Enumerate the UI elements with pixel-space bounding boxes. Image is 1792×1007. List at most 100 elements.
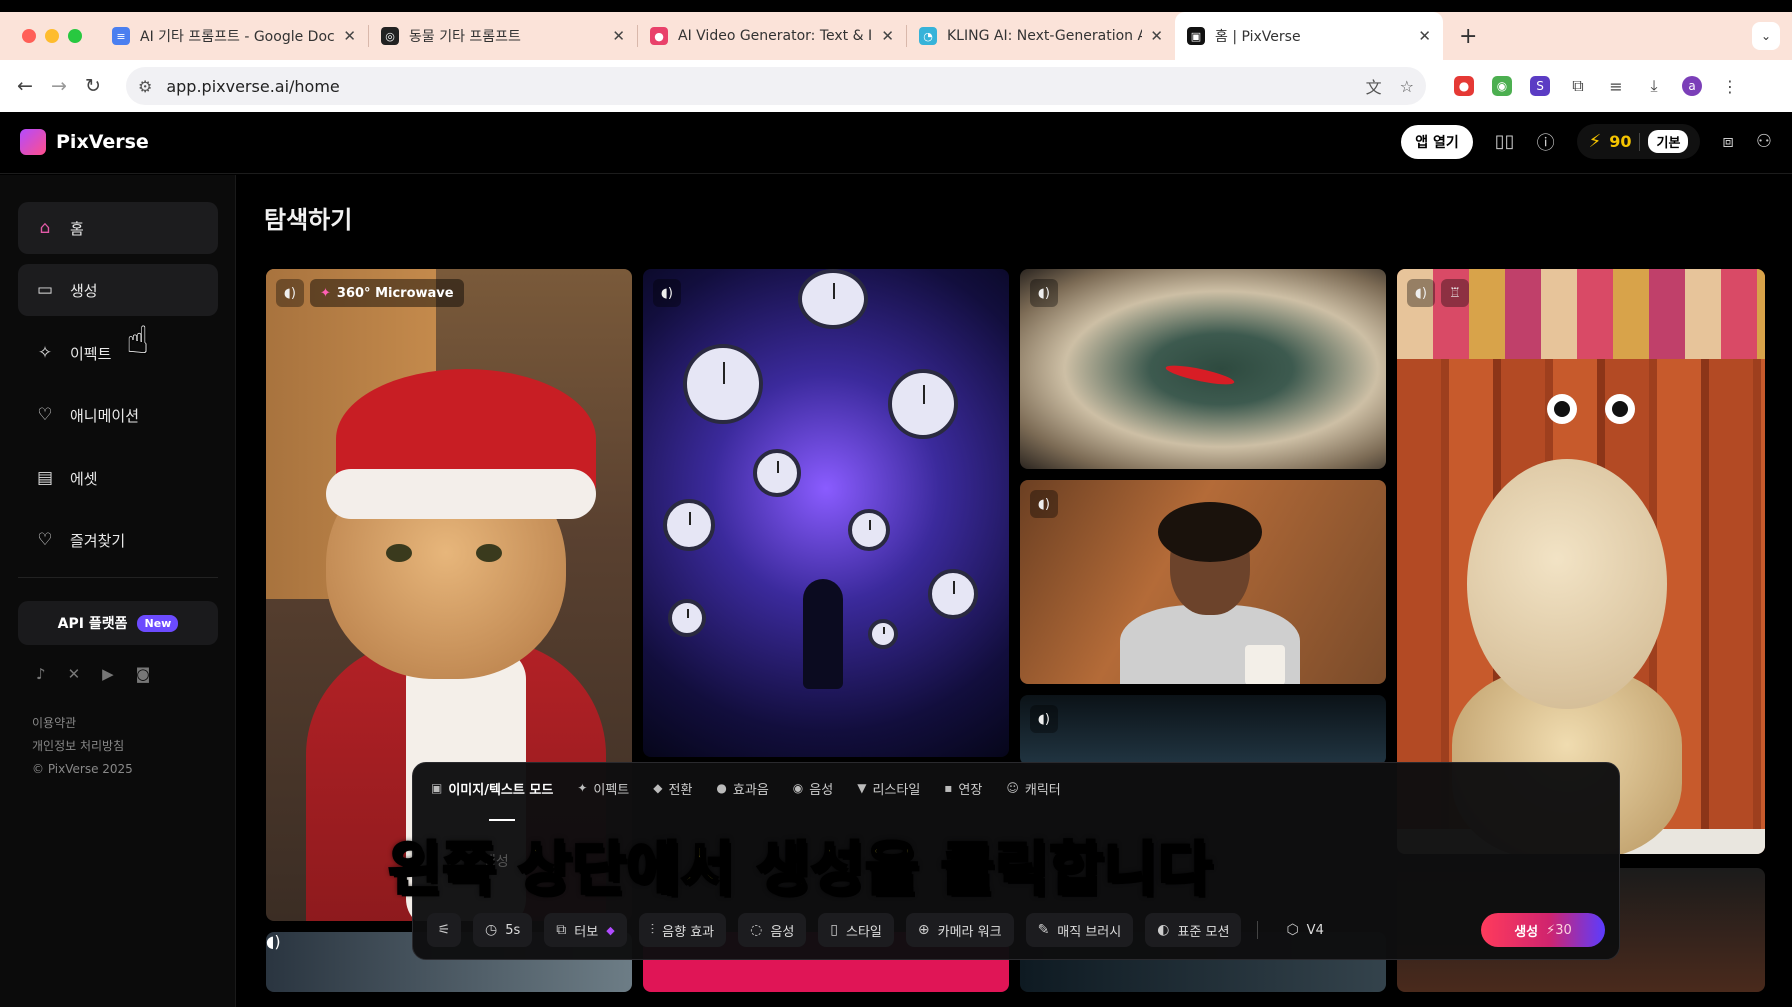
sound-icon[interactable]: ◖) [1030,705,1058,733]
discord-icon[interactable]: ◙ [136,665,151,683]
book-icon[interactable]: ▯▯ [1495,131,1515,152]
user-icon[interactable]: ⚇ [1756,131,1772,152]
x-icon[interactable]: ✕ [68,665,81,683]
generate-label: 생성 [1514,924,1539,940]
close-tab-icon[interactable]: ✕ [1150,27,1163,45]
voice-label: 음성 [770,924,795,940]
brand-logo[interactable]: PixVerse [20,129,149,155]
duration-button[interactable]: ◷ 5s [473,913,533,947]
sidebar-item-favorites[interactable]: ♡ 즐겨찾기 [18,514,218,566]
toolbar-separator [1257,921,1259,939]
sidebar-item-home[interactable]: ⌂ 홈 [18,202,218,254]
close-tab-icon[interactable]: ✕ [881,27,894,45]
profile-avatar[interactable]: a [1682,76,1702,96]
gallery-card-woman[interactable]: ◖) [1020,480,1386,684]
browser-tab-4[interactable]: ◔ KLING AI: Next-Generation AI ✕ [907,12,1175,60]
back-arrow-icon[interactable]: ← [8,75,42,97]
social-links: ♪ ✕ ▶ ◙ [36,665,150,683]
sound-icon[interactable]: ◖) [1030,490,1058,518]
forward-arrow-icon[interactable]: → [42,75,76,97]
sidebar-item-animation[interactable]: ♡ 애니메이션 [18,389,218,441]
tab-restyle[interactable]: ▼ 리스타일 [857,777,920,799]
reload-icon[interactable]: ↻ [76,75,110,97]
tab-transition[interactable]: ◆ 전환 [653,777,692,799]
credits-separator [1639,132,1641,151]
credits-count: 90 [1609,132,1632,151]
gallery-card-wave[interactable]: ◖) [1020,269,1386,469]
notification-icon[interactable]: ⧈ [1722,131,1733,152]
tab-sound-effects[interactable]: ● 효과음 [716,777,768,799]
sidebar-divider [18,577,218,578]
tiktok-icon[interactable]: ♪ [36,665,46,683]
close-window-button[interactable] [22,29,36,43]
tab-voice[interactable]: ◉ 음성 [793,777,833,799]
close-tab-icon[interactable]: ✕ [343,27,356,45]
sound-icon[interactable]: ◖) [276,279,304,307]
sound-icon[interactable]: ◖) [1407,279,1435,307]
browser-tab-2[interactable]: ◎ 동물 기타 프롬프트 ✕ [369,12,637,60]
sliders-icon: ⚟ [437,922,451,938]
browser-tab-3[interactable]: ● AI Video Generator: Text & Im ✕ [638,12,906,60]
motion-button[interactable]: ◐ 표준 모션 [1145,913,1242,947]
magic-brush-button[interactable]: ✎ 매직 브러시 [1025,913,1134,947]
tab-search-chevron-icon[interactable]: ⌄ [1752,22,1780,50]
gallery-card-dark[interactable]: ◖) [1020,695,1386,765]
tab-image-text-mode[interactable]: ▣ 이미지/텍스트 모드 [431,777,553,821]
close-tab-icon[interactable]: ✕ [612,27,625,45]
youtube-icon[interactable]: ▶ [102,665,114,683]
sidebar-item-effects[interactable]: ✧ 이펙트 [18,327,218,379]
sound-effect-button[interactable]: ⫶ 음향 효과 [638,913,727,947]
download-icon[interactable]: ⤓ [1644,76,1664,96]
address-bar[interactable]: ⚙ app.pixverse.ai/home 文 ☆ [126,67,1426,105]
browser-menu-icon[interactable]: ⋮ [1720,76,1740,96]
brush-icon: ✎ [1037,922,1050,938]
translate-icon[interactable]: 文 [1366,74,1382,98]
tab-effects[interactable]: ✦ 이펙트 [577,777,629,799]
extension-s-icon[interactable]: S [1530,76,1550,96]
generate-button[interactable]: 생성 ⚡30 [1481,913,1605,947]
api-platform-button[interactable]: API 플랫폼 New [18,601,218,645]
extension-record-icon[interactable]: ● [1454,76,1474,96]
model-selector[interactable]: ⬡ V4 [1274,913,1335,947]
sound-icon[interactable]: ◖) [653,279,681,307]
extension-wifi-icon[interactable]: ◉ [1492,76,1512,96]
camera-work-button[interactable]: ⊕ 카메라 워크 [905,913,1014,947]
open-app-button[interactable]: 앱 열기 [1401,124,1473,159]
effect-tag[interactable]: ✦ 360° Microwave [310,279,464,307]
voice-button[interactable]: ◌ 음성 [738,913,807,947]
terms-link[interactable]: 이용약관 [32,712,133,735]
close-tab-icon[interactable]: ✕ [1418,27,1431,45]
sidebar-item-assets[interactable]: ▤ 에셋 [18,452,218,504]
privacy-link[interactable]: 개인정보 처리방침 [32,735,133,758]
model-value: V4 [1306,922,1324,938]
site-settings-icon[interactable]: ⚙ [138,77,152,96]
credits-display[interactable]: ⚡ 90 기본 [1576,124,1701,159]
turbo-button[interactable]: ⧉ 터보 ◆ [544,913,627,947]
sidebar-item-create[interactable]: ▭ 생성 [18,264,218,316]
tab-character[interactable]: ☺ 캐릭터 [1006,777,1060,799]
minimize-window-button[interactable] [45,29,59,43]
mode-tab-label: 전환 [668,782,693,798]
media-control-icon[interactable]: ≡ [1606,76,1626,96]
trophy-icon[interactable]: ♖ [1441,279,1469,307]
camera-work-label: 카메라 워크 [937,924,1002,940]
style-button[interactable]: ▯ 스타일 [818,913,894,947]
mode-tab-label: 음성 [809,782,834,798]
extensions-puzzle-icon[interactable]: ⧉ [1568,76,1588,96]
maximize-window-button[interactable] [68,29,82,43]
browser-tab-5[interactable]: ▣ 홈 | PixVerse ✕ [1175,12,1443,60]
sound-icon[interactable]: ◖) [1030,279,1058,307]
cube-icon: ⬡ [1286,922,1299,938]
gallery-card-clocks[interactable]: ◖) [643,269,1009,757]
help-icon[interactable]: ⓘ [1537,129,1555,155]
bookmark-star-icon[interactable]: ☆ [1400,77,1414,96]
url-text[interactable]: app.pixverse.ai/home [166,77,1347,96]
new-tab-button[interactable]: + [1459,24,1477,49]
waveform-icon: ⫶ [650,922,655,938]
browser-tab-1[interactable]: ≡ AI 기타 프롬프트 - Google Docs ✕ [100,12,368,60]
site-favicon-icon: ● [650,27,668,45]
tab-extend[interactable]: ▪ 연장 [944,777,982,799]
settings-button[interactable]: ⚟ [427,913,461,947]
card-thumbnail-detail [848,509,890,551]
sparkle-icon: ✧ [37,343,53,363]
